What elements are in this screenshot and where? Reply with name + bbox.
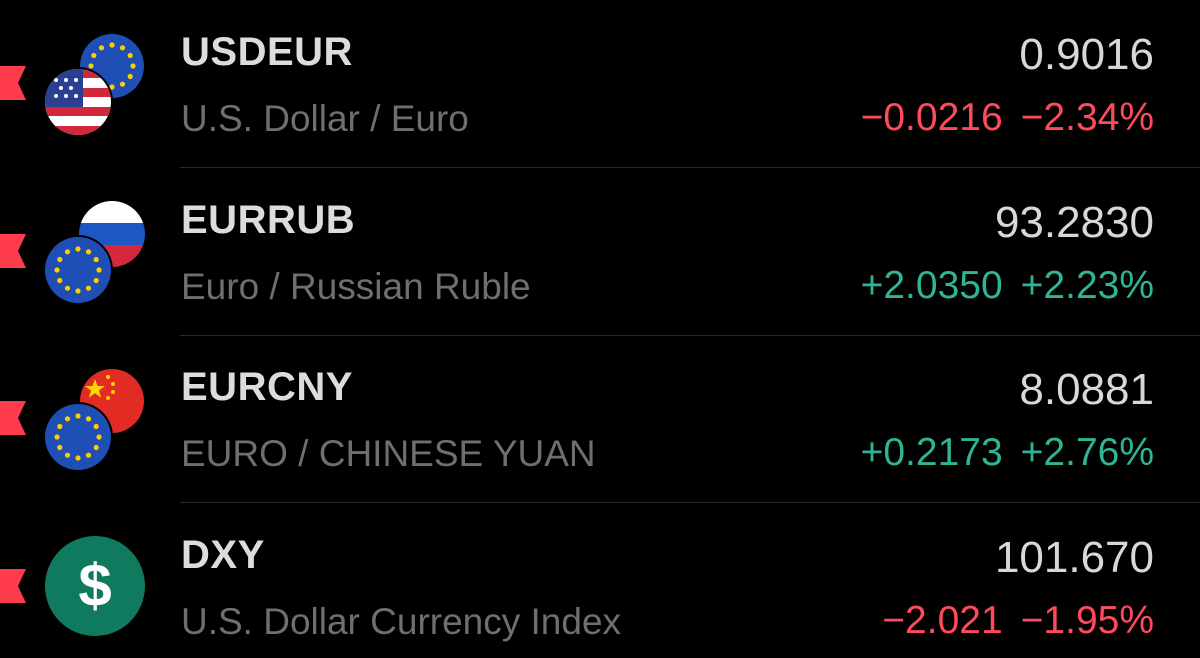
watchlist-row-eurcny[interactable]: EURCNY EURO / CHINESE YUAN 8.0881 +0.217… xyxy=(0,335,1200,503)
flag-marker-icon xyxy=(0,569,26,603)
ticker-change-group: −2.021 −1.95% xyxy=(882,599,1154,643)
flag-marker-icon xyxy=(0,234,26,268)
ticker-change-group: +0.2173 +2.76% xyxy=(861,431,1154,475)
ticker-price: 93.2830 xyxy=(994,198,1154,247)
ticker-change-percent: +2.23% xyxy=(1020,264,1154,307)
watchlist-row-usdeur[interactable]: USDEUR U.S. Dollar / Euro 0.9016 −0.0216… xyxy=(0,0,1200,168)
ticker-change: +2.0350 xyxy=(860,264,1003,307)
currency-pair-icon xyxy=(44,365,148,471)
us-flag-icon xyxy=(44,67,113,136)
ticker-name: EURO / CHINESE YUAN xyxy=(181,433,596,474)
ticker-symbol: EURRUB xyxy=(181,198,356,242)
ticker-change-percent: +2.76% xyxy=(1020,431,1154,474)
flag-marker-icon xyxy=(0,66,26,100)
eu-flag-icon xyxy=(44,235,113,304)
dollar-sign-icon: $ xyxy=(45,536,145,636)
ticker-symbol: EURCNY xyxy=(181,365,353,409)
ticker-change-group: −0.0216 −2.34% xyxy=(861,96,1154,140)
watchlist-row-dxy[interactable]: $ DXY U.S. Dollar Currency Index 101.670… xyxy=(0,503,1200,658)
currency-pair-icon xyxy=(44,30,148,136)
ticker-change: −2.021 xyxy=(882,599,1003,642)
ticker-price: 0.9016 xyxy=(1019,30,1154,79)
ticker-change-group: +2.0350 +2.23% xyxy=(861,264,1154,308)
ticker-price: 101.670 xyxy=(994,533,1154,582)
ticker-symbol: USDEUR xyxy=(181,30,353,74)
eu-flag-icon xyxy=(44,402,113,471)
ticker-change-percent: −1.95% xyxy=(1020,599,1154,642)
currency-index-icon: $ xyxy=(44,535,148,641)
watchlist-row-eurrub[interactable]: EURRUB Euro / Russian Ruble 93.2830 +2.0… xyxy=(0,168,1200,336)
ticker-change-percent: −2.34% xyxy=(1020,96,1154,139)
currency-pair-icon xyxy=(44,198,148,304)
watchlist: USDEUR U.S. Dollar / Euro 0.9016 −0.0216… xyxy=(0,0,1200,658)
ticker-name: U.S. Dollar / Euro xyxy=(181,98,469,139)
ticker-symbol: DXY xyxy=(181,533,265,577)
ticker-name: Euro / Russian Ruble xyxy=(181,266,531,307)
ticker-name: U.S. Dollar Currency Index xyxy=(181,601,622,642)
flag-marker-icon xyxy=(0,401,26,435)
ticker-change: +0.2173 xyxy=(860,431,1003,474)
ticker-price: 8.0881 xyxy=(1019,365,1154,414)
svg-text:$: $ xyxy=(78,552,111,619)
ticker-change: −0.0216 xyxy=(860,96,1003,139)
